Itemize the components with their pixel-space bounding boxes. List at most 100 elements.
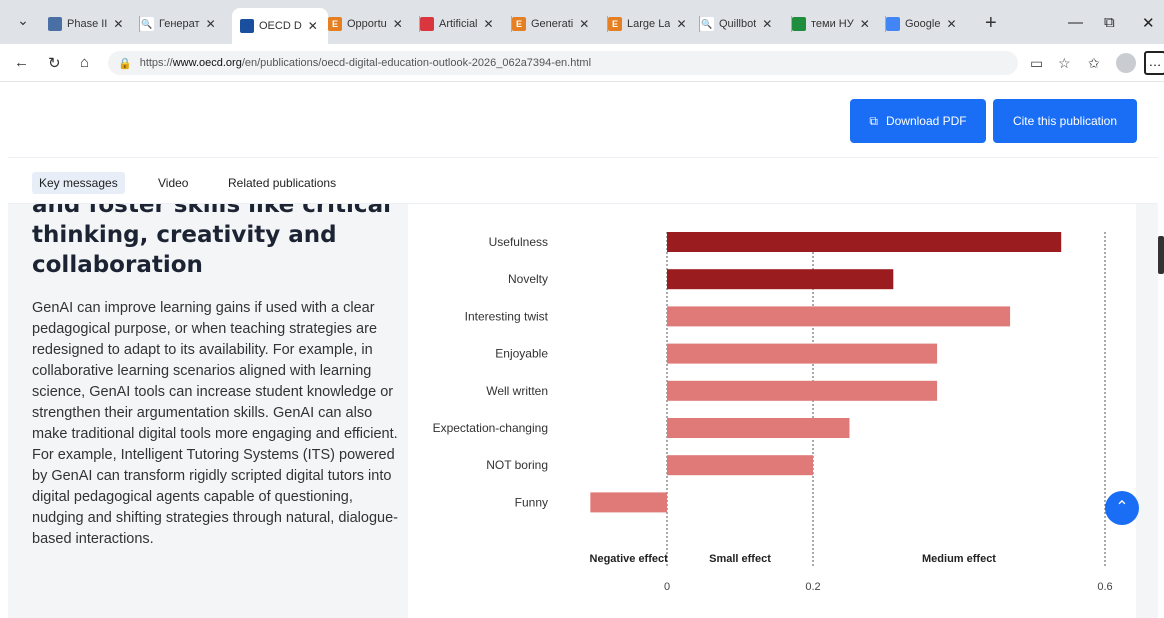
- bar: [667, 380, 938, 401]
- back-icon[interactable]: ←: [14, 54, 29, 71]
- key-message-text: and foster skills like critical thinking…: [32, 204, 404, 618]
- address-bar-row: ← ↻ ⌂ 🔒 https://www.oecd.org/en/publicat…: [0, 44, 1164, 82]
- tick-label: 0: [664, 581, 670, 593]
- tab-title: Opportu: [347, 18, 387, 30]
- new-tab-button[interactable]: +: [985, 12, 997, 35]
- profile-avatar[interactable]: [1116, 53, 1136, 73]
- browser-tab[interactable]: E Large La ✕: [608, 12, 698, 36]
- scroll-to-top-button[interactable]: ⌃: [1105, 491, 1139, 525]
- close-window-icon[interactable]: ✕: [1142, 14, 1155, 32]
- section-nav: Key messages Video Related publications: [8, 158, 1158, 204]
- tick-label: 0.6: [1097, 581, 1112, 593]
- bar: [667, 343, 938, 364]
- url-field[interactable]: 🔒 https://www.oecd.org/en/publications/o…: [108, 51, 1018, 75]
- download-pdf-button[interactable]: ⧉ Download PDF: [850, 99, 986, 143]
- scrollbar-thumb[interactable]: [1158, 236, 1164, 274]
- effect-size-chart: Usefulness Novelty Interesting twist Enjoya…: [433, 232, 1113, 593]
- browser-tab[interactable]: 🔍 Quillbot ✕: [700, 12, 790, 36]
- tab-favicon-icon: E: [328, 17, 342, 31]
- category-label: Usefulness: [489, 235, 548, 249]
- tab-favicon-icon: [792, 17, 806, 31]
- tab-video[interactable]: Video: [151, 172, 195, 194]
- browser-tab-bar: ⌄ Phase II ✕ 🔍 Генерат ✕ OECD D ✕ E Opportu ✕ Arti…: [0, 0, 1164, 44]
- tab-title: OECD D: [259, 20, 302, 32]
- tab-close-icon[interactable]: ✕: [946, 17, 956, 31]
- browser-tab[interactable]: 🔍 Генерат ✕: [140, 12, 230, 36]
- category-label: NOT boring: [486, 458, 548, 472]
- web-page: ⧉ Download PDF Cite this publication Key…: [8, 82, 1158, 618]
- zone-label: Negative effect: [590, 553, 669, 565]
- lock-icon: 🔒: [118, 57, 132, 70]
- reload-icon[interactable]: ↻: [48, 54, 61, 72]
- cite-publication-button[interactable]: Cite this publication: [993, 99, 1137, 143]
- tab-favicon-icon: 🔍: [140, 17, 154, 31]
- bar: [590, 492, 667, 513]
- tab-close-icon[interactable]: ✕: [860, 17, 870, 31]
- heading-line: thinking, creativity and: [32, 222, 337, 248]
- tab-favicon-icon: [240, 19, 254, 33]
- tab-close-icon[interactable]: ✕: [484, 17, 494, 31]
- zone-label: Medium effect: [922, 553, 996, 565]
- content-area: and foster skills like critical thinking…: [8, 204, 1158, 618]
- download-pdf-label: Download PDF: [885, 114, 967, 128]
- tab-title: Large La: [627, 18, 671, 30]
- home-icon[interactable]: ⌂: [80, 54, 89, 71]
- browser-tab[interactable]: теми НУ ✕: [792, 12, 884, 36]
- tab-title: Quillbot: [719, 18, 757, 30]
- section-heading: and foster skills like critical thinking…: [32, 204, 404, 280]
- tab-close-icon[interactable]: ✕: [676, 17, 686, 31]
- favorites-bar-icon[interactable]: ✩: [1088, 55, 1100, 72]
- tab-favicon-icon: [420, 17, 434, 31]
- tab-key-messages[interactable]: Key messages: [32, 172, 125, 194]
- tab-title: Google: [905, 18, 941, 30]
- category-label: Novelty: [508, 272, 548, 286]
- chart-panel: Usefulness Novelty Interesting twist Enjoya…: [408, 204, 1136, 618]
- url-host: www.oecd.org: [172, 57, 242, 69]
- tab-close-icon[interactable]: ✕: [308, 19, 318, 33]
- bar: [667, 455, 813, 476]
- external-download-icon: ⧉: [869, 113, 878, 128]
- bar: [667, 418, 850, 438]
- tab-close-icon[interactable]: ✕: [393, 17, 403, 31]
- heading-line: and foster skills like critical: [32, 204, 391, 218]
- url-scheme: https://: [139, 57, 173, 69]
- tab-title: теми НУ: [811, 18, 854, 30]
- category-label: Interesting twist: [465, 309, 549, 323]
- tab-close-icon[interactable]: ✕: [762, 17, 772, 31]
- browser-tab[interactable]: E Opportu ✕: [328, 12, 418, 36]
- tab-favicon-icon: [886, 17, 900, 31]
- category-label: Well written: [486, 384, 548, 398]
- browser-tab[interactable]: OECD D ✕: [232, 8, 328, 44]
- tab-related-publications[interactable]: Related publications: [221, 172, 343, 194]
- bar: [667, 232, 1062, 252]
- category-label: Enjoyable: [495, 347, 548, 361]
- cite-publication-label: Cite this publication: [1012, 114, 1118, 128]
- category-label: Expectation-changing: [433, 421, 548, 435]
- bar: [667, 306, 1011, 327]
- tab-list-chevron-icon[interactable]: ⌄: [12, 12, 34, 32]
- reader-view-icon[interactable]: ▭: [1030, 55, 1043, 72]
- browser-tab[interactable]: E Generati ✕: [512, 12, 606, 36]
- more-options-icon[interactable]: …: [1144, 51, 1164, 75]
- tab-title: Generati: [531, 18, 574, 30]
- minimize-icon[interactable]: —: [1068, 14, 1083, 31]
- tab-favicon-icon: E: [608, 17, 622, 31]
- heading-line: collaboration: [32, 252, 203, 278]
- tab-favicon-icon: [48, 17, 62, 31]
- tab-favicon-icon: 🔍: [700, 17, 714, 31]
- tab-title: Phase II: [67, 18, 108, 30]
- browser-tab[interactable]: Google ✕: [886, 12, 974, 36]
- tab-close-icon[interactable]: ✕: [579, 17, 589, 31]
- restore-icon[interactable]: ⧉: [1104, 14, 1115, 31]
- tab-favicon-icon: E: [512, 17, 526, 31]
- tab-title: Генерат: [159, 18, 200, 30]
- browser-tab[interactable]: Phase II ✕: [48, 12, 138, 36]
- bar: [667, 269, 894, 290]
- tab-close-icon[interactable]: ✕: [113, 17, 123, 31]
- publication-action-bar: ⧉ Download PDF Cite this publication: [8, 82, 1158, 158]
- tab-title: Artificial: [439, 18, 478, 30]
- browser-tab[interactable]: Artificial ✕: [420, 12, 510, 36]
- tab-close-icon[interactable]: ✕: [206, 17, 216, 31]
- favorite-star-icon[interactable]: ☆: [1058, 55, 1071, 72]
- body-paragraph: GenAI can improve learning gains if used…: [32, 300, 398, 547]
